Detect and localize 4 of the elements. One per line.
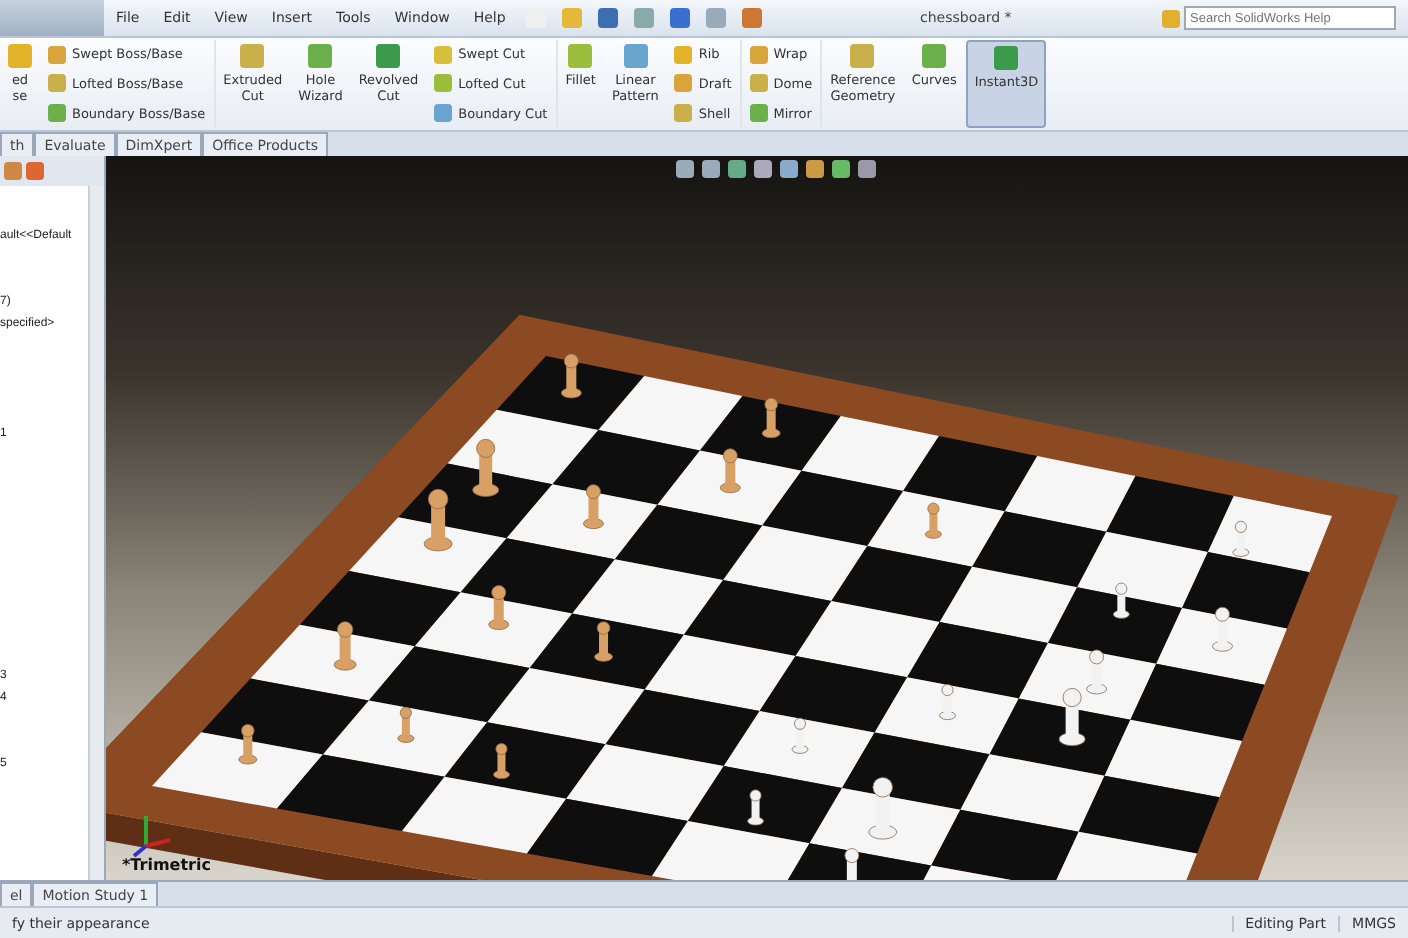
scrollbar[interactable] <box>88 186 104 880</box>
axis-triad-icon <box>132 816 171 858</box>
view-orientation-label: *Trimetric <box>122 856 211 874</box>
model-viewport[interactable]: *Trimetric <box>106 156 1408 880</box>
